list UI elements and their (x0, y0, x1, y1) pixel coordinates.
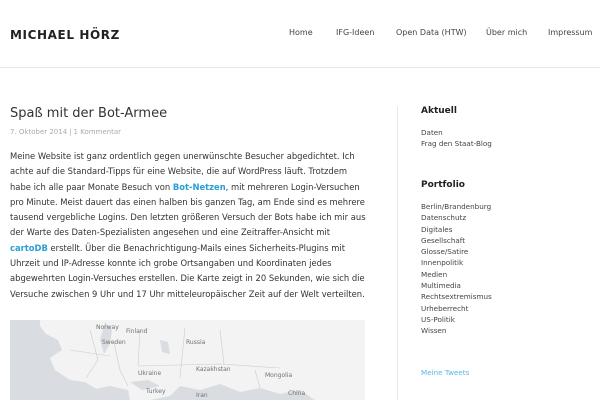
portfolio-item[interactable]: Medien (421, 269, 492, 280)
portfolio-item[interactable]: Digitales (421, 224, 492, 235)
portfolio-item[interactable]: Gesellschaft (421, 235, 492, 246)
map-label: Kazakhstan (196, 366, 231, 373)
comments-link[interactable]: 1 Kommentar (74, 128, 122, 136)
portfolio-list: Berlin/Brandenburg Datenschutz Digitales… (421, 201, 492, 337)
portfolio-item[interactable]: Datenschutz (421, 212, 492, 223)
site-header: MICHAEL HÖRZ Home IFG-Ideen Open Data (H… (0, 0, 600, 68)
post-meta: 7. Oktober 2014 | 1 Kommentar (10, 128, 370, 136)
map-label: Sweden (102, 339, 126, 346)
map-label: Ukraine (138, 370, 162, 377)
post-title[interactable]: Spaß mit der Bot-Armee (10, 106, 370, 121)
nav-item-open-data[interactable]: Open Data (HTW) (396, 28, 467, 37)
portfolio-item[interactable]: Wissen (421, 325, 492, 336)
post-date-link[interactable]: 7. Oktober 2014 (10, 128, 67, 136)
widget-title-portfolio: Portfolio (421, 180, 465, 190)
sidebar: Aktuell Daten Frag den Staat-Blog Portfo… (421, 106, 600, 377)
nav-item-impressum[interactable]: Impressum (548, 28, 592, 37)
meine-tweets-link[interactable]: Meine Tweets (421, 368, 469, 377)
post-body: Meine Website ist ganz ordentlich gegen … (10, 149, 370, 302)
map-label: Russia (186, 339, 206, 346)
widget-title-aktuell: Aktuell (421, 106, 457, 116)
portfolio-item[interactable]: Multimedia (421, 280, 492, 291)
portfolio-item[interactable]: US-Politik (421, 314, 492, 325)
aktuell-list: Daten Frag den Staat-Blog (421, 127, 600, 150)
map-label: Iran (196, 392, 208, 399)
widget-portfolio: Portfolio Berlin/Brandenburg Datenschutz… (421, 180, 492, 337)
nav-item-ueber-mich[interactable]: Über mich (486, 28, 527, 37)
map-label: China (288, 390, 306, 397)
meta-separator: | (69, 128, 72, 136)
nav-item-home[interactable]: Home (289, 28, 313, 37)
post-article: Spaß mit der Bot-Armee 7. Oktober 2014 | 1… (10, 106, 370, 302)
portfolio-item[interactable]: Rechtsextremismus (421, 291, 492, 302)
aktuell-item-daten[interactable]: Daten (421, 127, 600, 138)
map-land-shapes (10, 320, 365, 400)
map-label: Norway (96, 324, 119, 331)
portfolio-item[interactable]: Berlin/Brandenburg (421, 201, 492, 212)
nav-item-ifg-ideen[interactable]: IFG-Ideen (336, 28, 374, 37)
aktuell-item-frag-den-staat[interactable]: Frag den Staat-Blog (421, 138, 600, 149)
map-label: Finland (126, 328, 148, 335)
cartodb-link[interactable]: cartoDB (10, 243, 48, 253)
map-label: Turkey (146, 388, 166, 395)
sidebar-divider (397, 106, 398, 400)
bot-login-map[interactable]: Norway Finland Sweden Russia Kazakhstan … (10, 320, 365, 400)
bot-netzen-link[interactable]: Bot-Netzen (173, 182, 226, 192)
post-body-text-3: erstellt. Über die Benachrichtigung-Mail… (10, 242, 365, 299)
portfolio-item[interactable]: Urheberrecht (421, 303, 492, 314)
portfolio-item[interactable]: Glosse/Satire (421, 246, 492, 257)
main-nav: Home IFG-Ideen Open Data (HTW) Über mich… (0, 28, 600, 42)
widget-aktuell: Aktuell Daten Frag den Staat-Blog (421, 106, 600, 150)
map-label: Mongolia (265, 372, 293, 379)
portfolio-item[interactable]: Innenpolitik (421, 257, 492, 268)
